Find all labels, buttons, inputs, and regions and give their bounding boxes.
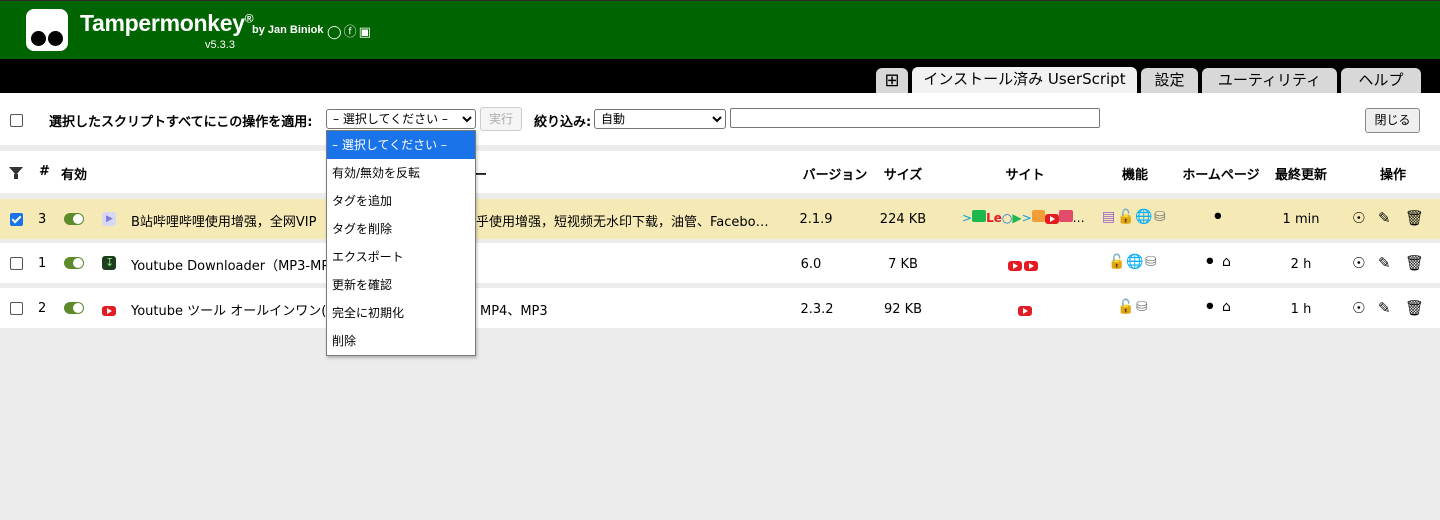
row-checkbox[interactable]: [10, 302, 23, 315]
database-icon: ⛁: [1136, 299, 1148, 315]
size-cell: 7 KB: [888, 257, 918, 272]
dropdown-option-toggle[interactable]: 有効/無効を反転: [327, 159, 475, 187]
size-cell: 224 KB: [879, 212, 927, 227]
col-features[interactable]: 機能: [1122, 164, 1148, 183]
edit-icon[interactable]: ✎: [1378, 254, 1391, 272]
col-updated[interactable]: 最終更新: [1275, 164, 1327, 183]
dropdown-option-placeholder[interactable]: – 選択してください –: [327, 131, 475, 159]
lock-icon: 🔓: [1117, 209, 1135, 225]
debug-icon[interactable]: ☉: [1352, 209, 1365, 227]
author-label: by Jan Biniok: [252, 24, 324, 36]
dropdown-option-check-update[interactable]: 更新を確認: [327, 271, 475, 299]
row-number: 1: [38, 256, 47, 271]
version-cell: 2.3.2: [800, 302, 834, 317]
version-label: v5.3.3: [205, 39, 235, 51]
col-size[interactable]: サイズ: [884, 164, 923, 183]
script-name-link[interactable]: Youtube ツール オールインワン(: [131, 300, 326, 319]
version-cell: 2.1.9: [799, 212, 833, 227]
tampermonkey-logo: [26, 9, 68, 51]
globe-icon: 🌐: [1126, 254, 1144, 270]
script-name-link[interactable]: B站哔哩哔哩使用增强，全网VIP: [131, 211, 317, 230]
app-header: Tampermonkey® by Jan Biniok ◯ ⓕ ▣ v5.3.3: [0, 0, 1440, 59]
run-button[interactable]: 実行: [480, 107, 522, 131]
table-header: # 有効 ー バージョン サイズ サイト 機能 ホームページ 最終更新 操作: [0, 151, 1440, 193]
bulk-action-toolbar: 選択したスクリプトすべてにこの操作を適用: – 選択してください – 実行 絞り…: [0, 93, 1440, 145]
close-button[interactable]: 閉じる: [1365, 108, 1420, 133]
updated-cell[interactable]: 2 h: [1291, 257, 1312, 272]
select-all-checkbox[interactable]: [10, 114, 23, 127]
site-icons: > Le○▶>…: [962, 210, 1085, 225]
debug-icon[interactable]: ☉: [1352, 299, 1365, 317]
database-icon: ⛁: [1154, 209, 1166, 225]
tab-new-script[interactable]: ⊞: [876, 68, 908, 93]
edit-icon[interactable]: ✎: [1378, 299, 1391, 317]
download-icon: ↧: [102, 256, 116, 270]
tab-settings[interactable]: 設定: [1141, 68, 1198, 93]
updated-cell[interactable]: 1 h: [1291, 302, 1312, 317]
filter-label: 絞り込み:: [534, 115, 592, 130]
script-name-overflow: 乎使用增强，短视频无水印下载，油管、Facebo…: [476, 215, 769, 230]
action-select[interactable]: – 選択してください –: [326, 109, 476, 129]
facebook-icon[interactable]: ⓕ: [344, 25, 357, 40]
script-favicon: ▶: [102, 212, 116, 226]
table-row[interactable]: 2 Youtube ツール オールインワン( MP4、MP3 2.3.2 92 …: [0, 288, 1440, 328]
col-version[interactable]: バージョン: [803, 164, 868, 183]
col-enabled[interactable]: 有効: [61, 164, 87, 183]
dropdown-option-factory-reset[interactable]: 完全に初期化: [327, 299, 475, 327]
instagram-icon[interactable]: ▣: [359, 25, 371, 40]
trash-icon[interactable]: 🗑: [1405, 254, 1424, 272]
github-icon[interactable]: ◯: [327, 25, 342, 40]
enabled-toggle[interactable]: [64, 302, 84, 314]
tab-help[interactable]: ヘルプ: [1341, 68, 1421, 93]
debug-icon[interactable]: ☉: [1352, 254, 1365, 272]
dropdown-option-export[interactable]: エクスポート: [327, 243, 475, 271]
lock-icon: 🔓: [1117, 299, 1135, 315]
col-sites[interactable]: サイト: [1005, 164, 1044, 183]
dropdown-option-remove-tag[interactable]: タグを削除: [327, 215, 475, 243]
homepage-icon[interactable]: ⚫: [1204, 254, 1216, 270]
homepage-icon[interactable]: ⚫: [1204, 299, 1216, 315]
lock-icon: 🔓: [1108, 254, 1126, 270]
enabled-toggle[interactable]: [64, 257, 84, 269]
dropdown-option-delete[interactable]: 削除: [327, 327, 475, 355]
table-row[interactable]: 3 ▶ B站哔哩哔哩使用增强，全网VIP 乎使用增强，短视频无水印下载，油管、F…: [0, 199, 1440, 239]
filter-input[interactable]: [730, 108, 1100, 128]
col-num[interactable]: #: [39, 164, 50, 179]
trash-icon[interactable]: 🗑: [1405, 209, 1424, 227]
row-number: 3: [38, 212, 47, 227]
action-dropdown-list: – 選択してください – 有効/無効を反転 タグを追加 タグを削除 エクスポート…: [326, 130, 476, 356]
home-icon[interactable]: ⌂: [1222, 299, 1231, 315]
col-actions: 操作: [1379, 168, 1407, 183]
database-icon: ⛁: [1145, 254, 1157, 270]
row-checkbox[interactable]: [10, 213, 23, 226]
col-homepage[interactable]: ホームページ: [1182, 164, 1259, 183]
edit-icon[interactable]: ✎: [1378, 209, 1391, 227]
tab-installed-userscripts[interactable]: インストール済み UserScript: [912, 67, 1137, 93]
plus-box-icon: ⊞: [884, 70, 900, 91]
home-icon[interactable]: ⌂: [1222, 254, 1231, 270]
script-name-link[interactable]: Youtube Downloader（MP3-MP4: [131, 255, 337, 274]
tab-bar: ⊞ インストール済み UserScript 設定 ユーティリティ ヘルプ: [0, 59, 1440, 93]
app-title: Tampermonkey®: [80, 10, 254, 36]
script-file-icon: ▤: [1102, 209, 1116, 225]
youtube-icon: [102, 303, 116, 318]
script-name-overflow: MP4、MP3: [480, 304, 548, 319]
table-row[interactable]: 1 ↧ Youtube Downloader（MP3-MP4 6.0 7 KB …: [0, 243, 1440, 283]
dropdown-option-add-tag[interactable]: タグを追加: [327, 187, 475, 215]
trash-icon[interactable]: 🗑: [1405, 299, 1424, 317]
row-number: 2: [38, 301, 47, 316]
size-cell: 92 KB: [883, 302, 923, 317]
row-checkbox[interactable]: [10, 257, 23, 270]
site-icons: [1018, 303, 1032, 318]
apply-label: 選択したスクリプトすべてにこの操作を適用:: [49, 115, 313, 130]
updated-cell[interactable]: 1 min: [1283, 212, 1320, 227]
site-icons: [1008, 258, 1038, 273]
tab-utilities[interactable]: ユーティリティ: [1202, 68, 1337, 93]
homepage-icon[interactable]: ⚫: [1212, 209, 1224, 225]
filter-select[interactable]: 自動: [594, 109, 726, 129]
enabled-toggle[interactable]: [64, 213, 84, 225]
version-cell: 6.0: [800, 257, 822, 272]
globe-icon: 🌐: [1135, 209, 1153, 225]
social-icons: ◯ ⓕ ▣: [327, 21, 371, 40]
